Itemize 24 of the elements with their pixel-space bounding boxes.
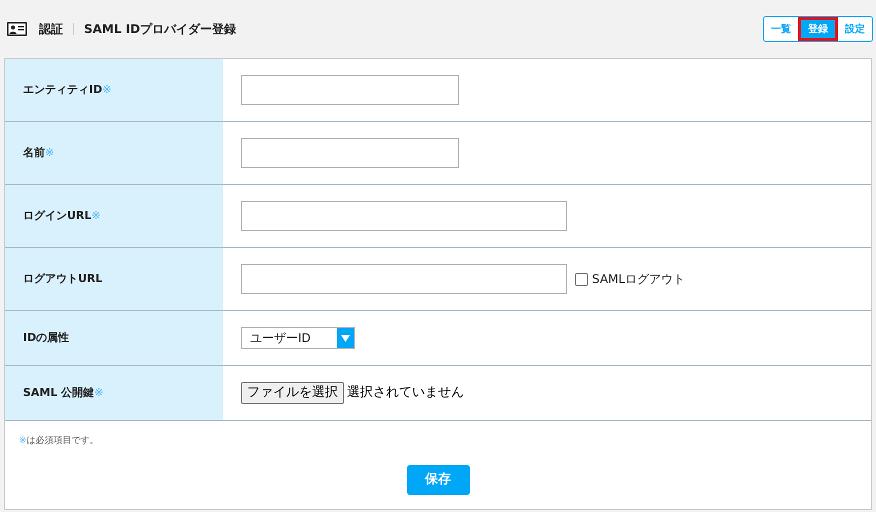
label-cell: エンティティID※ — [5, 59, 223, 121]
label-cell: SAML 公開鍵※ — [5, 366, 223, 420]
checkbox[interactable] — [575, 272, 588, 286]
save-button[interactable]: 保存 — [406, 464, 470, 494]
label-cell: ログアウトURL — [5, 248, 223, 310]
file-button[interactable]: ファイルを選択 — [241, 382, 344, 404]
page-title: SAML IDプロバイダー登録 — [84, 21, 236, 38]
select-field[interactable]: ユーザーID — [241, 327, 355, 349]
label-cell: ログインURL※ — [5, 185, 223, 247]
id-card-icon — [7, 22, 27, 36]
text-field[interactable] — [241, 201, 567, 231]
label-cell: 名前※ — [5, 122, 223, 184]
nav-tab[interactable]: 登録 — [798, 17, 838, 41]
dropdown-icon — [337, 328, 354, 348]
section-title: 認証 — [39, 21, 63, 38]
text-field[interactable] — [241, 138, 459, 168]
text-field[interactable] — [241, 75, 459, 105]
text-field[interactable] — [241, 264, 567, 294]
label-cell: IDの属性 — [5, 311, 223, 365]
nav-tab[interactable]: 設定 — [838, 17, 872, 41]
checkbox-label: SAMLログアウト — [592, 271, 686, 288]
nav-tab[interactable]: 一覧 — [764, 17, 798, 41]
file-status: 選択されていません — [347, 384, 464, 402]
required-note: ※は必須項目です。 — [19, 435, 100, 448]
